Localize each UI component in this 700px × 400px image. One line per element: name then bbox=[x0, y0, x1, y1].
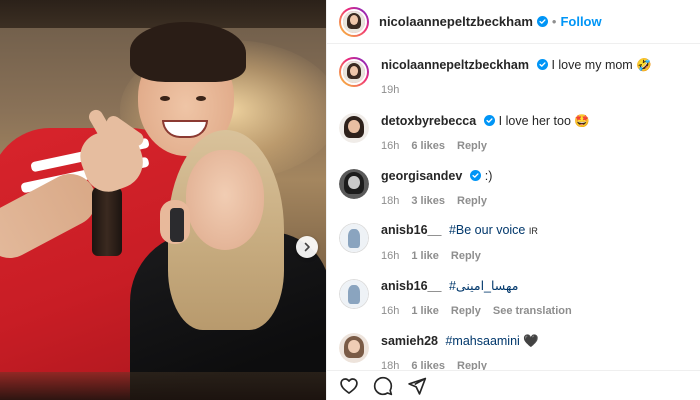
photo-woman-face bbox=[186, 150, 264, 250]
post-header: nicolaannepeltzbeckham • Follow bbox=[327, 0, 700, 44]
comment-text: anisb16__ #Be our voice IR bbox=[381, 222, 538, 240]
verified-badge-icon bbox=[536, 59, 548, 70]
comment-likes[interactable]: 3 likes bbox=[411, 193, 445, 210]
hashtag-link[interactable]: #مهسا_امینی bbox=[449, 279, 518, 293]
avatar[interactable] bbox=[339, 57, 369, 87]
paper-plane-icon bbox=[408, 377, 427, 395]
comment-meta: 16h 1 like Reply See translation bbox=[381, 303, 572, 320]
photo-bottle bbox=[92, 186, 122, 256]
comment-icon bbox=[373, 376, 393, 395]
comment-meta: 18h 6 likes Reply bbox=[381, 358, 539, 370]
comment-body: :) bbox=[484, 169, 493, 183]
comment-text: detoxbyrebecca I love her too 🤩 bbox=[381, 112, 590, 130]
header-separator: • bbox=[551, 14, 557, 29]
verified-badge-icon bbox=[484, 115, 496, 126]
reply-button[interactable]: Reply bbox=[451, 248, 481, 265]
avatar[interactable] bbox=[339, 169, 369, 199]
comment-likes[interactable]: 6 likes bbox=[411, 358, 445, 370]
comment-body: I love her too bbox=[498, 114, 571, 128]
reply-button[interactable]: Reply bbox=[451, 303, 481, 320]
see-translation-button[interactable]: See translation bbox=[493, 303, 572, 320]
photo-man-eye bbox=[196, 96, 206, 101]
comment-meta: 16h 6 likes Reply bbox=[381, 138, 590, 155]
comment-item: samieh28 #mahsaamini 🖤 18h 6 likes Reply bbox=[339, 332, 695, 370]
photo-man-hair bbox=[130, 22, 246, 82]
comment-item: georgisandev :) 18h 3 likes Reply bbox=[339, 168, 695, 210]
comment-likes[interactable]: 1 like bbox=[411, 248, 439, 265]
post-action-bar bbox=[327, 370, 700, 400]
avatar[interactable] bbox=[339, 223, 369, 253]
hashtag-link[interactable]: #Be our voice bbox=[449, 223, 525, 237]
post-photo[interactable] bbox=[0, 0, 326, 400]
post-caption: nicolaannepeltzbeckham I love my mom 🤣 1… bbox=[339, 56, 695, 99]
comment-text: nicolaannepeltzbeckham I love my mom 🤣 bbox=[381, 56, 652, 74]
comment-button[interactable] bbox=[373, 376, 393, 396]
comment-likes[interactable]: 1 like bbox=[411, 303, 439, 320]
photo-phone bbox=[170, 208, 184, 242]
comment-meta: 18h 3 likes Reply bbox=[381, 193, 492, 210]
comment-body: I love my mom bbox=[551, 58, 633, 72]
comment-item: anisb16__ #مهسا_امینی 16h 1 like Reply S… bbox=[339, 278, 695, 320]
reply-button[interactable]: Reply bbox=[457, 193, 487, 210]
carousel-next-button[interactable] bbox=[296, 236, 318, 258]
comment-time[interactable]: 16h bbox=[381, 303, 399, 320]
comment-meta: 16h 1 like Reply bbox=[381, 248, 538, 265]
comment-emoji: IR bbox=[528, 226, 538, 236]
comment-thread[interactable]: nicolaannepeltzbeckham I love my mom 🤣 1… bbox=[327, 44, 700, 370]
comment-item: detoxbyrebecca I love her too 🤩 16h 6 li… bbox=[339, 112, 695, 155]
comment-emoji: 🖤 bbox=[523, 333, 539, 348]
comment-time[interactable]: 18h bbox=[381, 193, 399, 210]
photo-man-eye bbox=[160, 96, 170, 101]
comment-time[interactable]: 16h bbox=[381, 138, 399, 155]
comment-username[interactable]: anisb16__ bbox=[381, 279, 441, 293]
verified-badge-icon bbox=[536, 16, 548, 27]
photo-foreground bbox=[0, 372, 326, 400]
comment-username[interactable]: georgisandev bbox=[381, 169, 462, 183]
comment-emoji: 🤩 bbox=[574, 113, 590, 128]
follow-button[interactable]: Follow bbox=[560, 14, 601, 29]
comment-time[interactable]: 16h bbox=[381, 248, 399, 265]
post-side-panel: nicolaannepeltzbeckham • Follow nicolaan… bbox=[326, 0, 700, 400]
comment-text: georgisandev :) bbox=[381, 168, 492, 185]
comment-time[interactable]: 19h bbox=[381, 82, 399, 99]
avatar[interactable] bbox=[339, 6, 369, 37]
reply-button[interactable]: Reply bbox=[457, 358, 487, 370]
verified-badge-icon bbox=[470, 170, 482, 181]
comment-username[interactable]: detoxbyrebecca bbox=[381, 114, 476, 128]
comment-meta: 19h bbox=[381, 82, 652, 99]
share-button[interactable] bbox=[407, 376, 427, 396]
like-button[interactable] bbox=[339, 376, 359, 396]
comment-username[interactable]: nicolaannepeltzbeckham bbox=[381, 58, 529, 72]
comment-likes[interactable]: 6 likes bbox=[411, 138, 445, 155]
comment-text: anisb16__ #مهسا_امینی bbox=[381, 278, 572, 295]
comment-item: anisb16__ #Be our voice IR 16h 1 like Re… bbox=[339, 222, 695, 265]
comment-username[interactable]: samieh28 bbox=[381, 334, 438, 348]
comment-time[interactable]: 18h bbox=[381, 358, 399, 370]
avatar[interactable] bbox=[339, 279, 369, 309]
avatar[interactable] bbox=[339, 113, 369, 143]
comment-username[interactable]: anisb16__ bbox=[381, 223, 441, 237]
hashtag-link[interactable]: #mahsaamini bbox=[445, 334, 519, 348]
comment-emoji: 🤣 bbox=[636, 57, 652, 72]
chevron-right-icon bbox=[304, 242, 310, 252]
reply-button[interactable]: Reply bbox=[457, 138, 487, 155]
comment-text: samieh28 #mahsaamini 🖤 bbox=[381, 332, 539, 350]
post-author-username[interactable]: nicolaannepeltzbeckham bbox=[379, 14, 533, 29]
avatar[interactable] bbox=[339, 333, 369, 363]
heart-icon bbox=[340, 377, 358, 394]
